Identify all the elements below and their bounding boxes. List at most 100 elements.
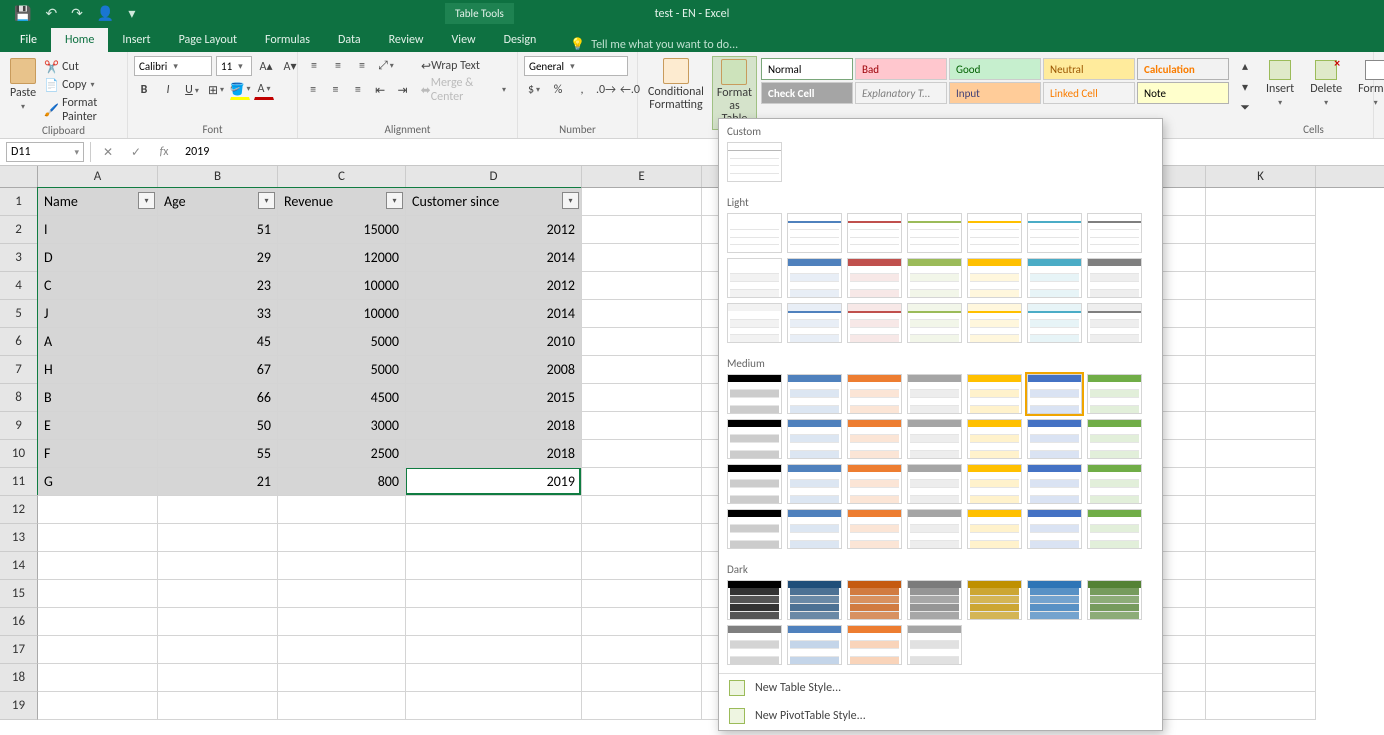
align-right-button[interactable]: ≡: [349, 80, 367, 100]
table-style-thumb[interactable]: [787, 464, 842, 504]
cell-C11[interactable]: 800: [278, 468, 406, 496]
fx-button[interactable]: fx: [153, 145, 175, 159]
cell-C1[interactable]: Revenue▾: [278, 188, 406, 216]
row-header-9[interactable]: 9: [0, 412, 38, 440]
table-style-thumb[interactable]: [967, 580, 1022, 620]
filter-button-D[interactable]: ▾: [562, 192, 579, 209]
tab-view[interactable]: View: [438, 28, 490, 52]
table-style-thumb[interactable]: [847, 509, 902, 549]
cell-B16[interactable]: [158, 608, 278, 636]
cell-A13[interactable]: [38, 524, 158, 552]
cell-D12[interactable]: [406, 496, 582, 524]
cell-K7[interactable]: [1206, 356, 1316, 384]
cell-E6[interactable]: [582, 328, 702, 356]
tab-page-layout[interactable]: Page Layout: [165, 28, 251, 52]
styles-scroll-up[interactable]: ▴: [1235, 56, 1255, 76]
table-style-thumb[interactable]: [1087, 464, 1142, 504]
font-size-select[interactable]: 11: [216, 56, 252, 76]
table-style-thumb[interactable]: [1027, 419, 1082, 459]
table-style-thumb[interactable]: [967, 213, 1022, 253]
styles-more[interactable]: ⏷: [1235, 98, 1255, 118]
cell-E15[interactable]: [582, 580, 702, 608]
cell-C14[interactable]: [278, 552, 406, 580]
increase-decimal-button[interactable]: .0→: [596, 80, 616, 100]
cell-E17[interactable]: [582, 636, 702, 664]
new-pivottable-style-button[interactable]: New PivotTable Style...: [719, 702, 1162, 730]
cell-D10[interactable]: 2018: [406, 440, 582, 468]
cell-K4[interactable]: [1206, 272, 1316, 300]
cell-A12[interactable]: [38, 496, 158, 524]
row-header-7[interactable]: 7: [0, 356, 38, 384]
table-style-thumb[interactable]: [1087, 258, 1142, 298]
cell-D3[interactable]: 2014: [406, 244, 582, 272]
cell-D8[interactable]: 2015: [406, 384, 582, 412]
cell-A9[interactable]: E: [38, 412, 158, 440]
cell-D6[interactable]: 2010: [406, 328, 582, 356]
cell-E7[interactable]: [582, 356, 702, 384]
underline-button[interactable]: U: [182, 80, 202, 100]
tab-formulas[interactable]: Formulas: [251, 28, 324, 52]
style-normal[interactable]: Normal: [761, 58, 853, 80]
cancel-formula-button[interactable]: ✕: [97, 145, 119, 160]
cell-A16[interactable]: [38, 608, 158, 636]
cell-B2[interactable]: 51: [158, 216, 278, 244]
align-middle-button[interactable]: ≡: [328, 56, 348, 76]
table-style-thumb[interactable]: [727, 580, 782, 620]
table-style-thumb[interactable]: [1027, 258, 1082, 298]
style-input[interactable]: Input: [949, 82, 1041, 104]
conditional-formatting-button[interactable]: Conditional Formatting: [644, 56, 708, 114]
table-style-thumb[interactable]: [787, 303, 842, 343]
cell-D5[interactable]: 2014: [406, 300, 582, 328]
cell-A5[interactable]: J: [38, 300, 158, 328]
table-style-thumb[interactable]: [1027, 374, 1082, 414]
cell-K19[interactable]: [1206, 692, 1316, 720]
merge-center-button[interactable]: ⬌ Merge & Center: [416, 80, 511, 100]
filter-button-C[interactable]: ▾: [386, 192, 403, 209]
cell-C13[interactable]: [278, 524, 406, 552]
row-header-12[interactable]: 12: [0, 496, 38, 524]
table-style-thumb[interactable]: [907, 625, 962, 665]
table-style-thumb[interactable]: [967, 258, 1022, 298]
row-header-15[interactable]: 15: [0, 580, 38, 608]
cell-B5[interactable]: 33: [158, 300, 278, 328]
decrease-decimal-button[interactable]: ←.0: [620, 80, 640, 100]
borders-button[interactable]: ⊞: [206, 80, 226, 100]
row-header-19[interactable]: 19: [0, 692, 38, 720]
filter-button-B[interactable]: ▾: [258, 192, 275, 209]
cell-E1[interactable]: [582, 188, 702, 216]
indent-increase-button[interactable]: ⇥: [393, 80, 411, 100]
table-style-thumb[interactable]: [727, 625, 782, 665]
row-header-5[interactable]: 5: [0, 300, 38, 328]
wrap-text-button[interactable]: ↩ Wrap Text: [416, 56, 485, 76]
row-header-10[interactable]: 10: [0, 440, 38, 468]
table-style-thumb[interactable]: [727, 509, 782, 549]
tab-review[interactable]: Review: [375, 28, 438, 52]
font-name-select[interactable]: Calibri: [134, 56, 212, 76]
column-header-B[interactable]: B: [158, 166, 278, 187]
table-style-thumb[interactable]: [907, 258, 962, 298]
cell-A3[interactable]: D: [38, 244, 158, 272]
name-box[interactable]: D11▾: [6, 142, 84, 162]
table-style-thumb[interactable]: [1087, 213, 1142, 253]
orientation-button[interactable]: ⤢: [376, 56, 396, 76]
cell-K3[interactable]: [1206, 244, 1316, 272]
cell-A10[interactable]: F: [38, 440, 158, 468]
table-style-thumb[interactable]: [727, 258, 782, 298]
format-cells-button[interactable]: Format▾: [1352, 56, 1384, 112]
cell-B13[interactable]: [158, 524, 278, 552]
table-style-thumb[interactable]: [1027, 580, 1082, 620]
cell-A14[interactable]: [38, 552, 158, 580]
table-style-thumb[interactable]: [847, 258, 902, 298]
cell-D14[interactable]: [406, 552, 582, 580]
table-style-thumb[interactable]: [1087, 374, 1142, 414]
cell-D15[interactable]: [406, 580, 582, 608]
table-style-thumb[interactable]: [787, 258, 842, 298]
cell-B11[interactable]: 21: [158, 468, 278, 496]
cell-D1[interactable]: Customer since▾: [406, 188, 582, 216]
font-color-button[interactable]: A: [254, 80, 274, 100]
column-header-C[interactable]: C: [278, 166, 406, 187]
table-style-thumb[interactable]: [967, 419, 1022, 459]
cell-D4[interactable]: 2012: [406, 272, 582, 300]
cell-A19[interactable]: [38, 692, 158, 720]
table-style-thumb[interactable]: [907, 464, 962, 504]
